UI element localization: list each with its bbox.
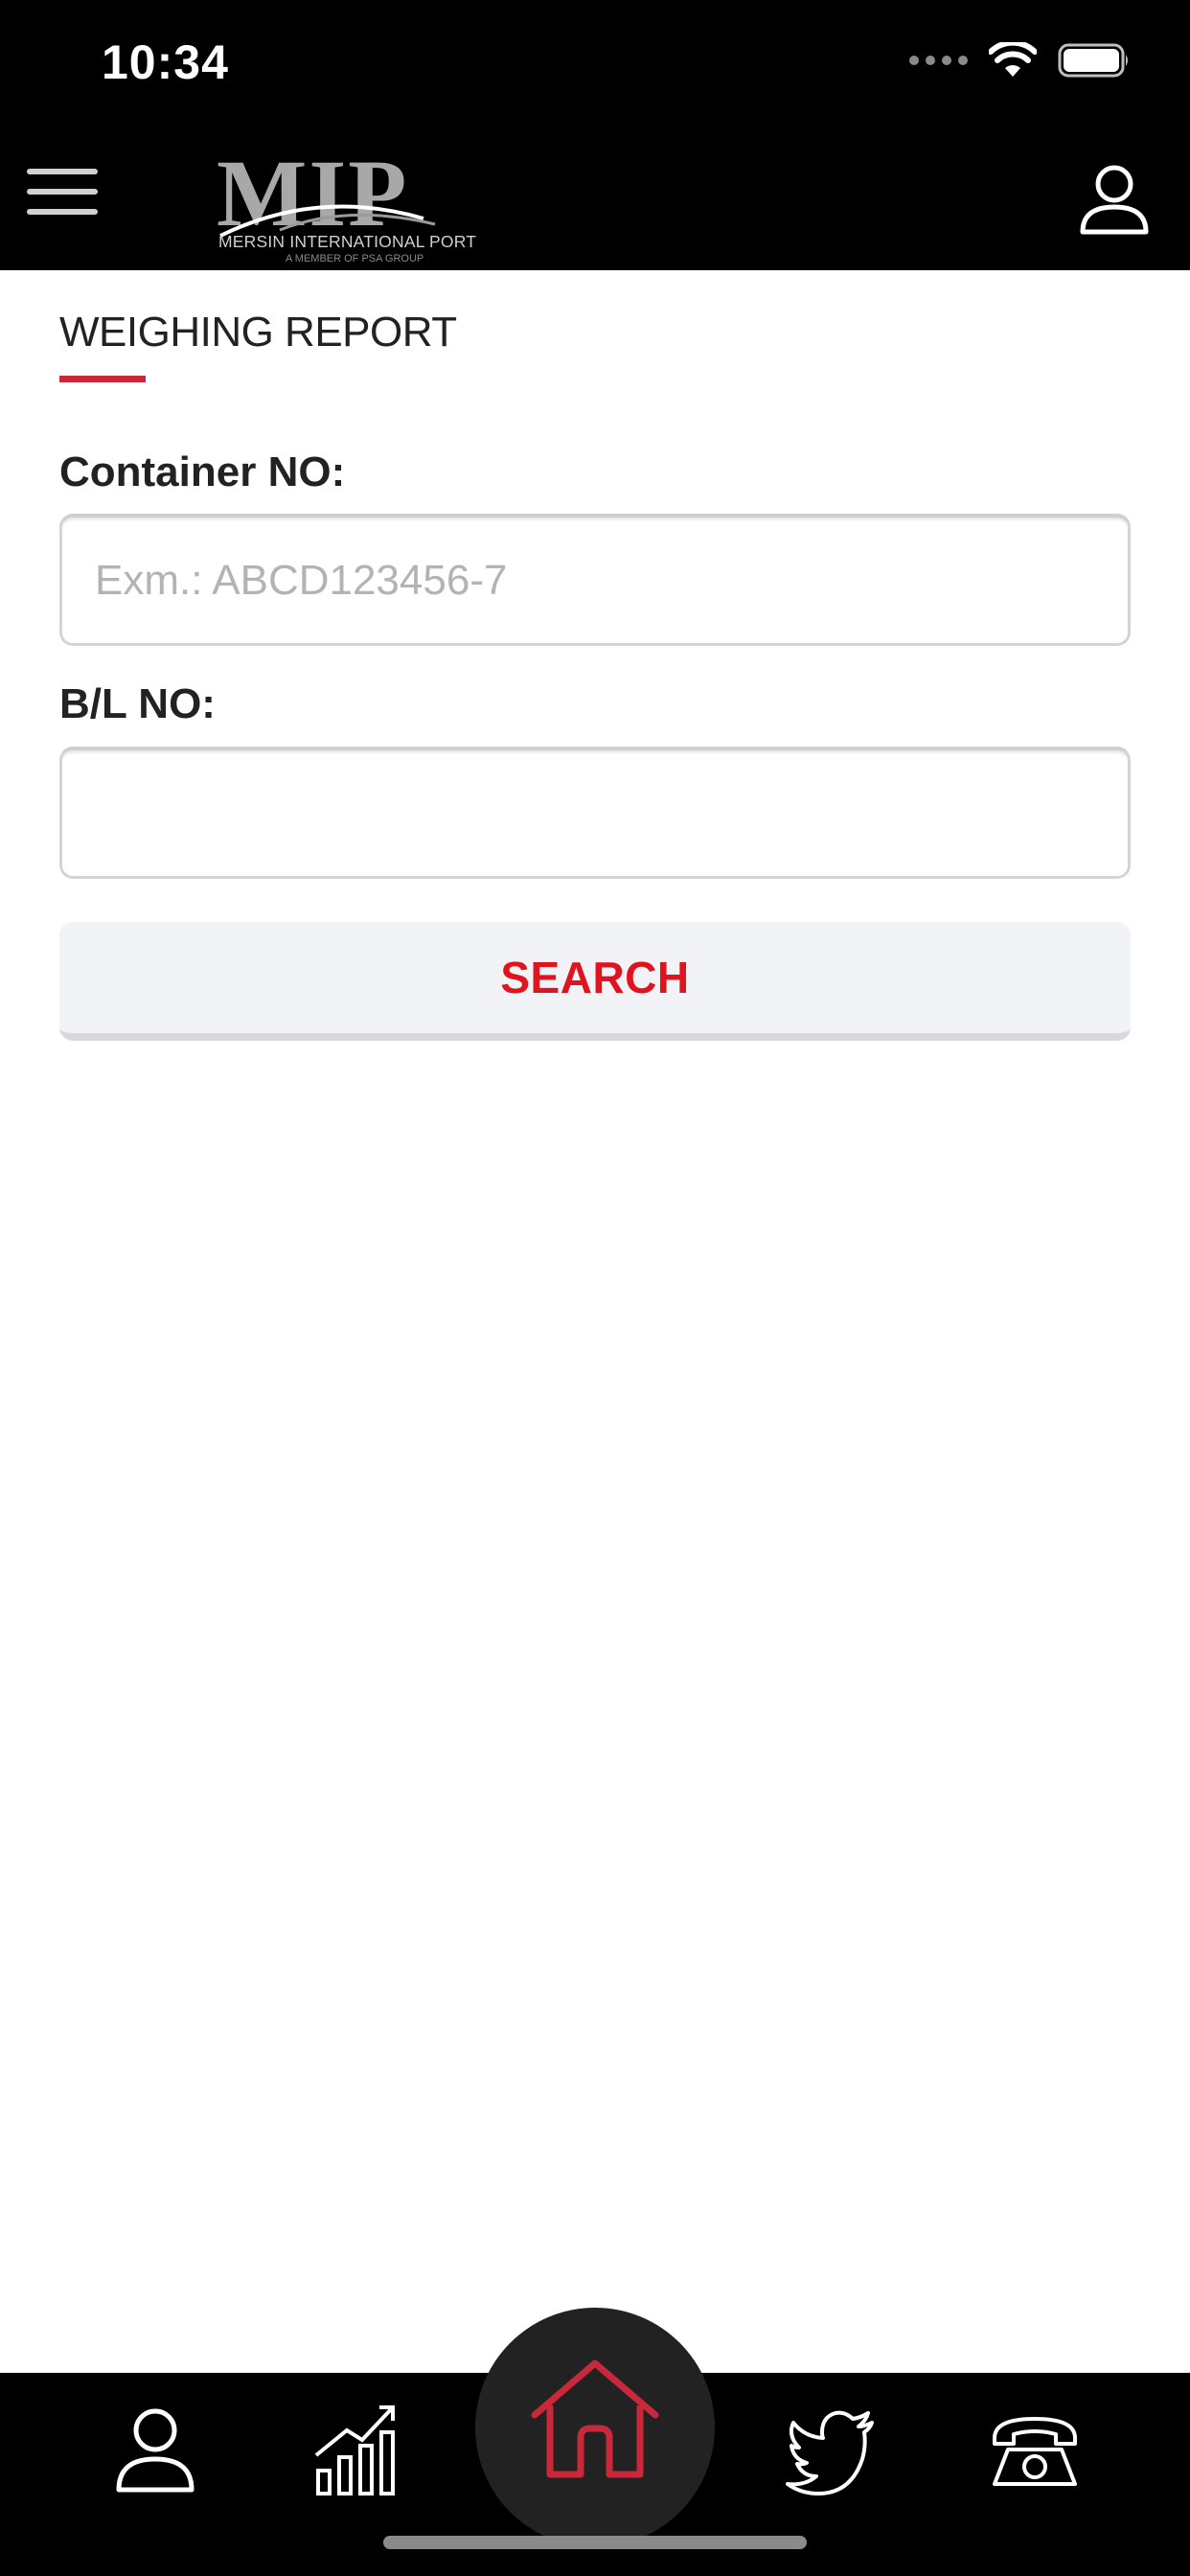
page-title: WEIGHING REPORT: [59, 309, 457, 356]
tab-contact-telephone-icon[interactable]: [987, 2402, 1083, 2497]
mip-logo: MIP MERSIN INTERNATIONAL PORT A MEMBER O…: [213, 146, 476, 270]
wifi-icon: [989, 42, 1037, 77]
battery-icon: [1058, 43, 1128, 78]
app-header: MIP MERSIN INTERNATIONAL PORT A MEMBER O…: [0, 134, 1190, 270]
tab-twitter-bird-icon[interactable]: [784, 2402, 880, 2497]
title-underline: [59, 376, 146, 382]
bl-no-label: B/L NO:: [59, 680, 216, 727]
container-no-label: Container NO:: [59, 448, 346, 495]
tab-profile-user-icon[interactable]: [107, 2402, 203, 2497]
status-bar: 10:34: [0, 0, 1190, 134]
home-indicator-bar: [383, 2536, 807, 2549]
signal-dots-icon: [909, 56, 968, 65]
search-button[interactable]: SEARCH: [59, 922, 1131, 1041]
logo-subtitle: MERSIN INTERNATIONAL PORT: [218, 232, 477, 251]
tab-statistics-chart-growth-icon[interactable]: [309, 2402, 404, 2497]
hamburger-menu-icon[interactable]: [27, 163, 98, 220]
home-icon: [531, 2359, 659, 2478]
app-screen: 10:34 MIP MERSIN INTERNATIONAL PORT A ME…: [0, 0, 1190, 2576]
status-icons: [909, 42, 1131, 79]
bl-no-input[interactable]: [59, 747, 1131, 879]
logo-member-line: A MEMBER OF PSA GROUP: [286, 253, 424, 264]
container-no-input[interactable]: [59, 514, 1131, 646]
tab-home-button[interactable]: [475, 2308, 715, 2547]
user-icon[interactable]: [1075, 159, 1154, 238]
status-time: 10:34: [102, 35, 229, 89]
